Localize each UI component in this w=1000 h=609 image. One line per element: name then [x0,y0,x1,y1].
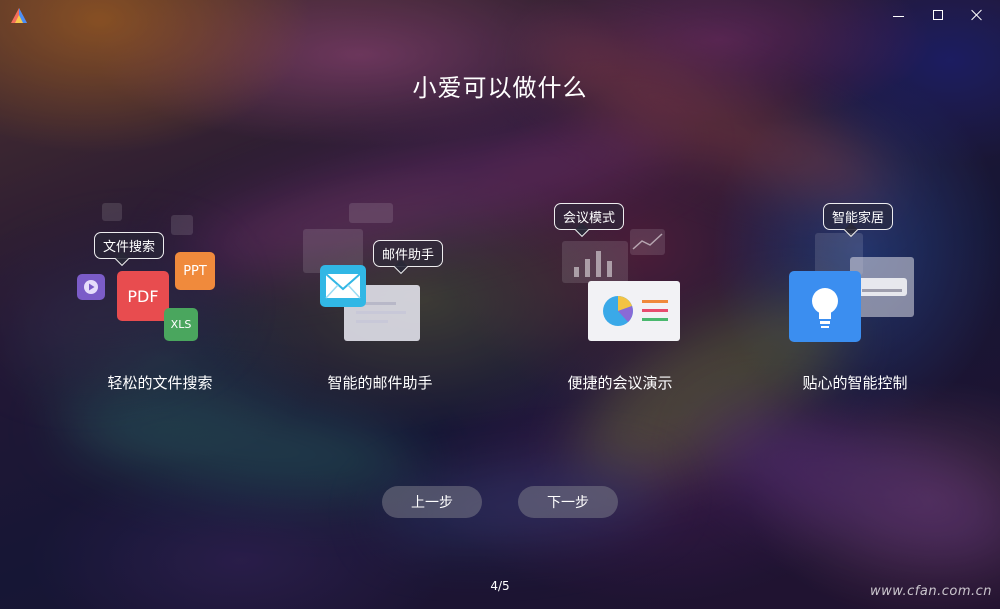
feature-label: 便捷的会议演示 [567,374,673,392]
mail-envelope-icon [320,265,366,307]
folder-icon [102,203,122,221]
close-icon [971,9,983,21]
bubble-meeting-mode: 会议模式 [554,203,625,230]
prev-step-button[interactable]: 上一步 [382,486,482,518]
line-chart-icon [630,229,665,255]
feature-label: 贴心的智能控制 [802,374,908,392]
bar-chart-icon [562,241,628,283]
bubble-mail-assistant: 邮件助手 [373,240,444,267]
presentation-slide-icon [588,281,680,341]
light-bulb-icon [789,271,861,342]
bubble-smart-home: 智能家居 [823,203,894,230]
minimize-button[interactable] [886,4,910,26]
pdf-file-icon: PDF [117,271,169,321]
feature-label: 智能的邮件助手 [327,374,433,392]
xls-file-icon: XLS [164,308,198,341]
feature-label: 轻松的文件搜索 [107,374,213,392]
ppt-file-icon: PPT [175,252,215,290]
next-step-button[interactable]: 下一步 [518,486,618,518]
play-video-icon [77,274,105,300]
watermark: www.cfan.com.cn [869,584,992,599]
close-button[interactable] [965,4,989,26]
maximize-icon [933,10,943,20]
feature-file-search: 文件搜索 PDF PPT XLS 轻松的文件搜索 [40,195,280,405]
maximize-button[interactable] [926,4,950,26]
feature-smart-control: 智能家居 贴心的智能控制 [735,195,975,405]
app-logo-icon [11,8,27,23]
bubble-file-search: 文件搜索 [94,232,165,259]
minimize-icon [892,15,904,17]
feature-mail-assistant: 邮件助手 智能的邮件助手 [260,195,500,405]
page-indicator: 4/5 [490,579,510,593]
page-title: 小爱可以做什么 [412,74,588,102]
feature-meeting-presentation: 会议模式 便捷的会议演示 [500,195,740,405]
